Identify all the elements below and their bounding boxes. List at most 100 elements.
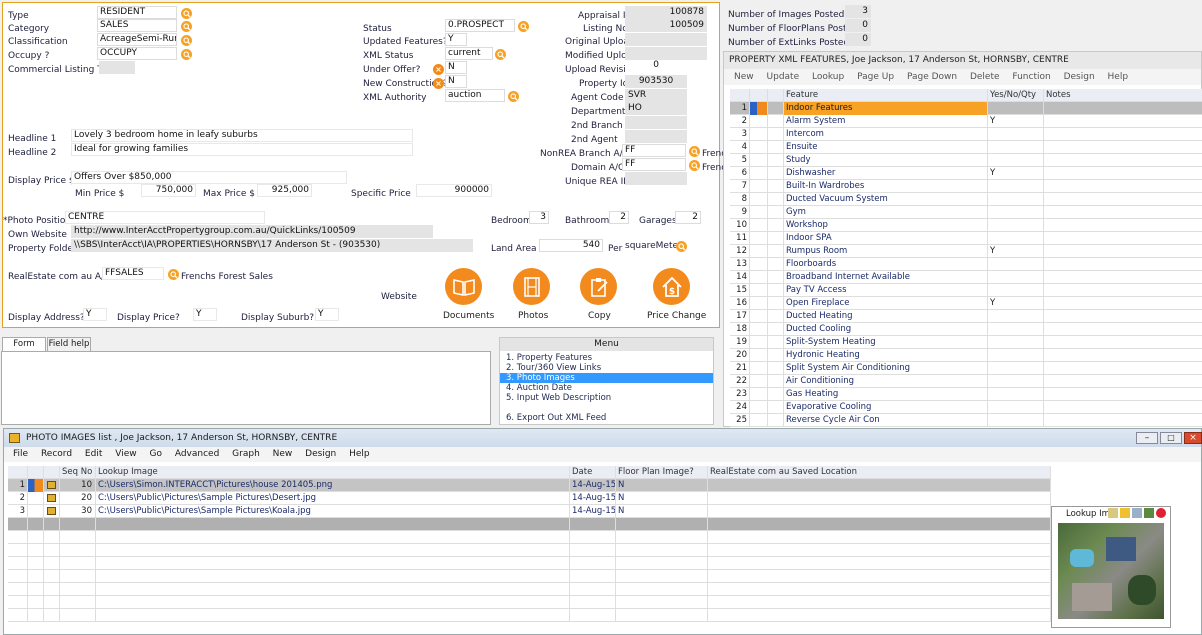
feature-notes-cell[interactable] xyxy=(1044,349,1202,362)
menu-item-property-features[interactable]: 1. Property Features xyxy=(500,353,713,363)
preview-edit-icon[interactable] xyxy=(1108,508,1118,518)
photo-row[interactable]: 3 30 C:\Users\Public\Pictures\Sample Pictu… xyxy=(8,505,1051,518)
features-menu-design[interactable]: Design xyxy=(1064,72,1095,82)
feature-notes-cell[interactable] xyxy=(1044,167,1202,180)
feature-yn-cell[interactable] xyxy=(988,401,1044,414)
realestate-lookup-icon[interactable] xyxy=(168,269,179,280)
display-suburb-field[interactable]: Y xyxy=(315,308,339,321)
menu-item-export-xml[interactable]: 6. Export Out XML Feed xyxy=(500,413,713,423)
feature-yn-cell[interactable] xyxy=(988,232,1044,245)
feature-notes-cell[interactable] xyxy=(1044,193,1202,206)
photo-date-cell[interactable]: 14-Aug-15 xyxy=(570,479,616,492)
feature-name-cell[interactable]: Workshop xyxy=(784,219,988,232)
photo-date-cell[interactable]: 14-Aug-15 xyxy=(570,492,616,505)
photo-floorplan-cell[interactable]: N xyxy=(616,479,708,492)
preview-folder-icon[interactable] xyxy=(1120,508,1130,518)
feature-yn-cell[interactable] xyxy=(988,154,1044,167)
features-menu-lookup[interactable]: Lookup xyxy=(812,72,844,82)
domain-ac-field[interactable]: FF xyxy=(622,158,686,171)
feature-yn-cell[interactable]: Y xyxy=(988,245,1044,258)
feature-notes-cell[interactable] xyxy=(1044,232,1202,245)
tab-field-help[interactable]: Field help xyxy=(47,337,91,351)
photo-rea-cell[interactable] xyxy=(708,505,1051,518)
new-construction-clear-icon[interactable]: × xyxy=(433,78,444,89)
photo-rea-cell[interactable] xyxy=(708,479,1051,492)
copy-button[interactable] xyxy=(580,268,617,305)
preview-remove-icon[interactable] xyxy=(1156,508,1166,518)
feature-name-cell[interactable]: Evaporative Cooling xyxy=(784,401,988,414)
display-address-field[interactable]: Y xyxy=(83,308,107,321)
photo-seq-cell[interactable]: 30 xyxy=(60,505,96,518)
feature-yn-cell[interactable] xyxy=(988,206,1044,219)
feature-notes-cell[interactable] xyxy=(1044,271,1202,284)
feature-name-cell[interactable]: Split-System Heating xyxy=(784,336,988,349)
feature-row[interactable]: 8 Ducted Vacuum System xyxy=(730,193,1202,206)
photos-button[interactable] xyxy=(513,268,550,305)
type-field[interactable]: RESIDENT xyxy=(97,6,177,19)
feature-notes-cell[interactable] xyxy=(1044,154,1202,167)
feature-row[interactable]: 9 Gym xyxy=(730,206,1202,219)
photo-menu-advanced[interactable]: Advanced xyxy=(175,449,219,459)
photo-menu-edit[interactable]: Edit xyxy=(85,449,102,459)
feature-row[interactable]: 13 Floorboards xyxy=(730,258,1202,271)
aerial-photo-thumbnail[interactable] xyxy=(1058,523,1164,619)
feature-notes-cell[interactable] xyxy=(1044,219,1202,232)
feature-name-cell[interactable]: Floorboards xyxy=(784,258,988,271)
upload-revision-field[interactable]: 0 xyxy=(625,60,661,73)
feature-notes-cell[interactable] xyxy=(1044,323,1202,336)
per-unit-lookup-icon[interactable] xyxy=(676,241,687,252)
photo-seq-cell[interactable]: 10 xyxy=(60,479,96,492)
photo-menu-view[interactable]: View xyxy=(115,449,136,459)
feature-row[interactable]: 6 Dishwasher Y xyxy=(730,167,1202,180)
photo-menu-file[interactable]: File xyxy=(13,449,28,459)
listing-no-field[interactable]: 100509 xyxy=(625,19,707,32)
property-id-field[interactable]: 903530 xyxy=(625,75,687,88)
unique-rea-field[interactable] xyxy=(625,172,687,185)
photo-positions-field[interactable]: CENTRE xyxy=(65,211,265,224)
feature-name-cell[interactable]: Open Fireplace xyxy=(784,297,988,310)
features-menu-help[interactable]: Help xyxy=(1108,72,1129,82)
photo-col-rea-location[interactable]: RealEstate com au Saved Location xyxy=(708,466,1051,479)
feature-notes-cell[interactable] xyxy=(1044,102,1202,115)
feature-notes-cell[interactable] xyxy=(1044,362,1202,375)
website-link[interactable]: Website xyxy=(381,292,417,302)
features-menu-update[interactable]: Update xyxy=(767,72,800,82)
xml-status-field[interactable]: current xyxy=(445,47,493,60)
headline1-field[interactable]: Lovely 3 bedroom home in leafy suburbs xyxy=(71,129,413,142)
feature-yn-cell[interactable] xyxy=(988,336,1044,349)
feature-notes-cell[interactable] xyxy=(1044,206,1202,219)
feature-name-cell[interactable]: Reverse Cycle Air Con xyxy=(784,414,988,427)
feature-yn-cell[interactable]: Y xyxy=(988,297,1044,310)
updated-features-field[interactable]: Y xyxy=(445,33,467,46)
photo-path-cell[interactable]: C:\Users\Public\Pictures\Sample Pictures… xyxy=(96,492,570,505)
feature-row[interactable]: 23 Gas Heating xyxy=(730,388,1202,401)
photo-date-cell[interactable]: 14-Aug-15 xyxy=(570,505,616,518)
new-construction-field[interactable]: N xyxy=(445,75,467,88)
feature-row[interactable]: 14 Broadband Internet Available xyxy=(730,271,1202,284)
feature-notes-cell[interactable] xyxy=(1044,245,1202,258)
feature-name-cell[interactable]: Pay TV Access xyxy=(784,284,988,297)
feature-row[interactable]: 1 Indoor Features xyxy=(730,102,1202,115)
feature-name-cell[interactable]: Gas Heating xyxy=(784,388,988,401)
max-price-field[interactable]: 925,000 xyxy=(257,184,312,197)
garages-field[interactable]: 2 xyxy=(675,211,701,224)
features-col-feature[interactable]: Feature xyxy=(784,89,988,102)
feature-row[interactable]: 19 Split-System Heating xyxy=(730,336,1202,349)
nonrea-branch-field[interactable]: FF xyxy=(622,144,686,157)
feature-yn-cell[interactable] xyxy=(988,310,1044,323)
feature-yn-cell[interactable] xyxy=(988,323,1044,336)
xml-authority-lookup-icon[interactable] xyxy=(508,91,519,102)
feature-name-cell[interactable]: Ensuite xyxy=(784,141,988,154)
agent-code-field[interactable]: SVR xyxy=(625,89,687,102)
photo-col-date[interactable]: Date xyxy=(570,466,616,479)
feature-notes-cell[interactable] xyxy=(1044,310,1202,323)
land-area-field[interactable]: 540 xyxy=(539,239,603,252)
nonrea-lookup-icon[interactable] xyxy=(689,146,700,157)
domain-lookup-icon[interactable] xyxy=(689,160,700,171)
feature-yn-cell[interactable] xyxy=(988,362,1044,375)
appraisal-id-field[interactable]: 100878 xyxy=(625,6,707,19)
category-field[interactable]: SALES xyxy=(97,19,177,32)
feature-notes-cell[interactable] xyxy=(1044,284,1202,297)
minimize-button[interactable]: – xyxy=(1136,432,1158,444)
feature-name-cell[interactable]: Intercom xyxy=(784,128,988,141)
